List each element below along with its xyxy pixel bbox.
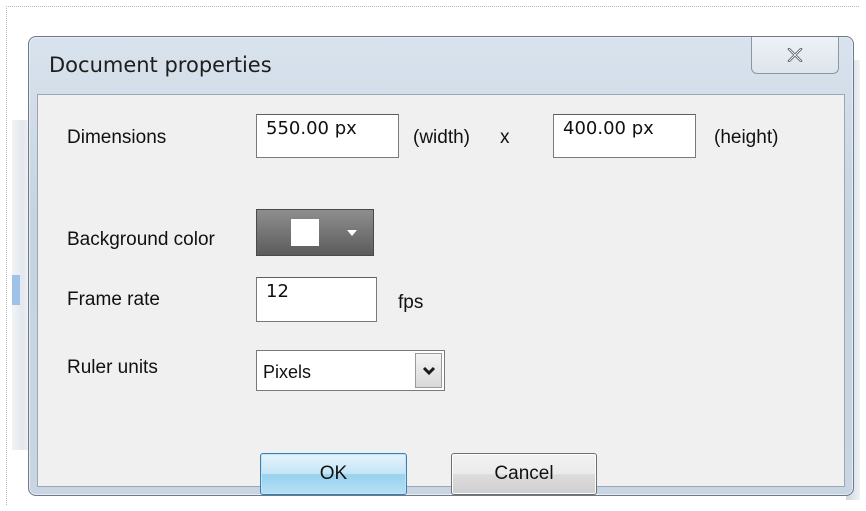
frame-rate-input[interactable]: 12 xyxy=(256,277,377,322)
close-button[interactable] xyxy=(751,37,839,74)
dimensions-label: Dimensions xyxy=(67,127,167,148)
dropdown-arrow-icon xyxy=(347,230,357,236)
ruler-units-value: Pixels xyxy=(263,362,312,382)
dialog-client-area: Dimensions 550.00 px (width) x 400.00 px… xyxy=(37,94,845,495)
document-properties-dialog: Document properties Dimensions 550.00 px… xyxy=(28,36,854,496)
dimension-separator: x xyxy=(500,127,510,148)
background-app-selection-mark xyxy=(12,275,20,305)
close-icon xyxy=(787,48,803,62)
cancel-button[interactable]: Cancel xyxy=(451,453,597,495)
chevron-down-icon xyxy=(422,361,436,380)
ruler-units-dropdown-button[interactable] xyxy=(415,353,442,388)
width-caption: (width) xyxy=(413,127,471,148)
ok-button[interactable]: OK xyxy=(260,453,407,495)
dialog-title: Document properties xyxy=(49,53,272,77)
background-color-picker[interactable] xyxy=(256,209,374,256)
width-input[interactable]: 550.00 px xyxy=(256,114,399,158)
frame-rate-label: Frame rate xyxy=(67,289,160,310)
height-input[interactable]: 400.00 px xyxy=(553,114,696,158)
ruler-units-label: Ruler units xyxy=(67,357,158,378)
height-caption: (height) xyxy=(714,127,779,148)
ruler-units-select[interactable]: Pixels xyxy=(256,350,445,391)
background-color-label: Background color xyxy=(67,229,215,250)
frame-rate-unit: fps xyxy=(398,292,424,313)
color-swatch xyxy=(291,219,319,246)
